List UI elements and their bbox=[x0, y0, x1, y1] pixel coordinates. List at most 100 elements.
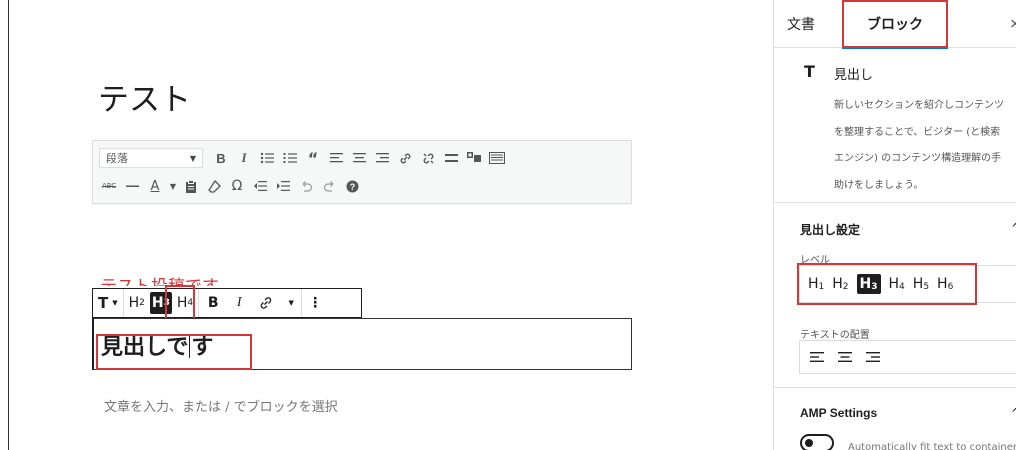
heading-level-4-number: 4 bbox=[187, 298, 194, 308]
link-icon[interactable] bbox=[395, 147, 415, 169]
heading-level-3-number: 3 bbox=[163, 298, 170, 308]
clear-formatting-icon[interactable] bbox=[204, 175, 224, 197]
align-right-icon[interactable] bbox=[866, 351, 880, 363]
bold-icon[interactable]: B bbox=[211, 147, 231, 169]
read-more-icon[interactable] bbox=[441, 147, 461, 169]
sidebar-level-4-button[interactable]: H4 bbox=[889, 276, 905, 292]
classic-editor-toolbar: 段落 ▼ B I “ ABC A ▼ Ω ? bbox=[92, 140, 632, 204]
keyboard-icon[interactable] bbox=[487, 147, 507, 169]
help-icon[interactable]: ? bbox=[342, 175, 362, 197]
format-select-value: 段落 bbox=[106, 152, 128, 165]
level-3-number: 3 bbox=[871, 282, 878, 292]
tab-document[interactable]: 文書 bbox=[787, 0, 815, 48]
level-1-h: H bbox=[808, 276, 819, 292]
settings-sidebar: 文書 ブロック × T 見出し 新しいセクションを紹介しコンテンツ を整理するこ… bbox=[773, 0, 1016, 450]
align-left-icon[interactable] bbox=[326, 147, 346, 169]
blockquote-icon[interactable]: “ bbox=[303, 147, 323, 169]
block-card-title: 見出し bbox=[834, 68, 874, 83]
format-select[interactable]: 段落 ▼ bbox=[99, 148, 203, 168]
level-4-h: H bbox=[888, 276, 900, 292]
chevron-down-icon: ▼ bbox=[112, 299, 118, 307]
level-5-h: H bbox=[912, 276, 924, 292]
sidebar-level-1-button[interactable]: H1 bbox=[808, 276, 824, 292]
tab-block[interactable]: ブロック bbox=[842, 0, 948, 49]
redo-icon[interactable] bbox=[319, 175, 339, 197]
sidebar-tabs: 文書 ブロック × bbox=[774, 0, 1016, 49]
text-alignment-toolbar bbox=[799, 340, 1016, 374]
heading-block-icon: T bbox=[98, 294, 109, 312]
text-color-dropdown-icon[interactable]: ▼ bbox=[168, 175, 178, 197]
heading-level-4-button[interactable]: H4 bbox=[172, 289, 198, 317]
strikethrough-icon[interactable]: ABC bbox=[99, 175, 119, 197]
more-formatting-chevron-icon[interactable]: ▼ bbox=[281, 289, 301, 317]
panel-title-amp-settings[interactable]: AMP Settings bbox=[800, 406, 877, 420]
paste-text-icon[interactable] bbox=[181, 175, 201, 197]
horizontal-line-icon[interactable] bbox=[122, 175, 142, 197]
heading-text-after-caret: す bbox=[191, 334, 214, 360]
close-icon[interactable]: × bbox=[1009, 16, 1016, 32]
link-icon bbox=[260, 297, 272, 309]
chevron-up-icon[interactable]: ^ bbox=[1011, 221, 1016, 235]
editor-frame bbox=[8, 0, 772, 450]
italic-button[interactable]: I bbox=[227, 289, 251, 317]
block-card: T 見出し 新しいセクションを紹介しコンテンツ を整理することで、ビジター (と… bbox=[774, 48, 1016, 203]
level-5-number: 5 bbox=[923, 282, 930, 292]
chevron-down-icon: ▼ bbox=[189, 153, 196, 163]
sidebar-level-6-button[interactable]: H6 bbox=[937, 276, 953, 292]
block-toolbar: T ▼ H2 H3 H4 B I ▼ ⋮ bbox=[92, 288, 362, 318]
special-character-icon[interactable]: Ω bbox=[227, 175, 247, 197]
text-alignment-label: テキストの配置 bbox=[800, 330, 870, 341]
default-block-appender[interactable]: 文章を入力、または / でブロックを選択 bbox=[104, 396, 338, 415]
unlink-icon[interactable] bbox=[418, 147, 438, 169]
post-title[interactable]: テスト bbox=[98, 74, 191, 119]
auto-fit-toggle[interactable] bbox=[800, 434, 834, 450]
level-2-h: H bbox=[832, 276, 843, 292]
level-label: レベル bbox=[800, 255, 830, 266]
sidebar-level-2-button[interactable]: H2 bbox=[832, 276, 848, 292]
undo-icon[interactable] bbox=[296, 175, 316, 197]
more-options-button[interactable]: ⋮ bbox=[302, 289, 328, 317]
block-card-description: 新しいセクションを紹介しコンテンツ を整理することで、ビジター (と検索 エンジ… bbox=[834, 100, 1004, 191]
editor-canvas: テスト 段落 ▼ B I “ ABC A ▼ Ω ? T ▼ H 2 H 3 H… bbox=[0, 0, 772, 450]
heading-level-2-number: 2 bbox=[139, 298, 145, 308]
heading-text-before-caret: 見出しで bbox=[101, 334, 189, 360]
bullet-list-icon[interactable] bbox=[257, 147, 277, 169]
link-button[interactable] bbox=[251, 289, 281, 317]
heading-level-2-label: H bbox=[128, 295, 140, 311]
align-right-icon[interactable] bbox=[372, 147, 392, 169]
heading-level-3-button[interactable]: H3 bbox=[149, 292, 172, 314]
level-3-h: H bbox=[859, 276, 872, 292]
heading-block-icon: T bbox=[804, 62, 815, 81]
block-transform-button[interactable]: T ▼ bbox=[93, 289, 123, 317]
numbered-list-icon[interactable] bbox=[280, 147, 300, 169]
classic-toolbar-row-2: ABC A ▼ Ω ? bbox=[99, 174, 365, 198]
heading-block-text[interactable]: 見出しです bbox=[101, 329, 213, 361]
toolbar-toggle-icon[interactable] bbox=[464, 147, 484, 169]
level-2-number: 2 bbox=[842, 282, 849, 292]
svg-text:?: ? bbox=[349, 182, 355, 192]
heading-level-3-label: H bbox=[151, 295, 164, 311]
text-color-icon[interactable]: A bbox=[145, 175, 165, 197]
level-4-number: 4 bbox=[899, 282, 905, 292]
outdent-icon[interactable] bbox=[250, 175, 270, 197]
align-center-icon[interactable] bbox=[838, 351, 852, 363]
align-left-icon[interactable] bbox=[810, 351, 824, 363]
sidebar-level-3-button[interactable]: H3 bbox=[856, 274, 881, 294]
level-6-h: H bbox=[937, 276, 948, 292]
classic-toolbar-row-1: 段落 ▼ B I “ bbox=[99, 146, 510, 170]
heading-level-2-button[interactable]: H2 bbox=[124, 289, 150, 317]
indent-icon[interactable] bbox=[273, 175, 293, 197]
chevron-up-icon[interactable]: ^ bbox=[1011, 406, 1016, 420]
heading-level-selector: H1 H2 H3 H4 H5 H6 bbox=[799, 265, 1016, 303]
sidebar-level-5-button[interactable]: H5 bbox=[913, 276, 929, 292]
italic-icon[interactable]: I bbox=[234, 147, 254, 169]
align-center-icon[interactable] bbox=[349, 147, 369, 169]
level-6-number: 6 bbox=[947, 282, 954, 292]
auto-fit-label: Automatically fit text to container bbox=[848, 442, 1016, 450]
heading-level-4-label: H bbox=[176, 295, 188, 311]
panel-title-heading-settings[interactable]: 見出し設定 bbox=[800, 221, 860, 238]
heading-block[interactable]: 見出しです bbox=[92, 318, 632, 370]
level-1-number: 1 bbox=[818, 282, 825, 292]
bold-button[interactable]: B bbox=[199, 289, 227, 317]
paragraph-block-partially-hidden[interactable]: テスト投稿です bbox=[100, 272, 219, 286]
